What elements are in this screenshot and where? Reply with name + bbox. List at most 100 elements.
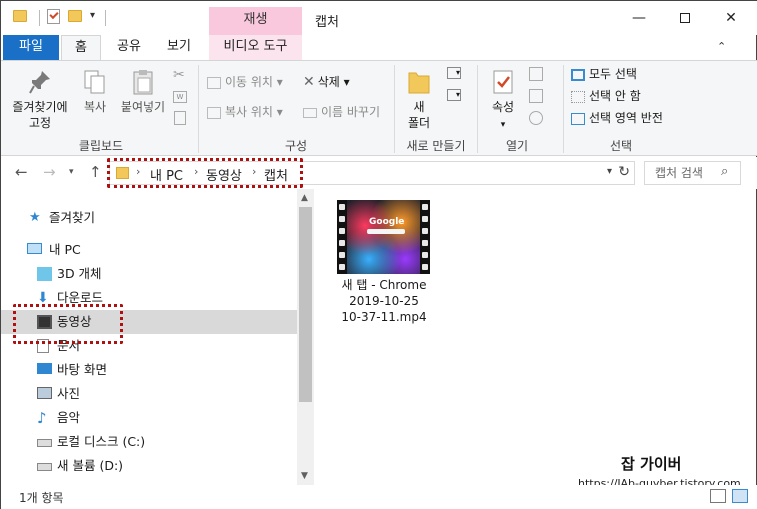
details-view-icon[interactable] [710,489,726,503]
new-folder-icon [408,72,430,94]
thumbnail-search-bar [367,229,405,234]
new-folder-quick-access-icon[interactable] [68,10,82,22]
nav-item-music[interactable]: ♪ 음악 [1,406,297,430]
delete-label: 삭제 [317,75,340,89]
nav-label: 3D 개체 [57,266,102,281]
rename-label: 이름 바꾸기 [321,105,381,119]
edit-icon[interactable] [529,89,543,103]
drive-c-icon [37,439,52,447]
properties-label: 속성 [491,100,515,114]
new-folder-label-2: 폴더 [407,116,431,130]
properties-button[interactable]: 속성 ▾ [485,69,521,133]
open-icon[interactable] [529,67,543,81]
tab-view[interactable]: 보기 [159,35,199,60]
invert-selection-button[interactable]: 선택 영역 반전 [571,109,663,126]
nav-label: 로컬 디스크 (C:) [57,434,146,449]
paste-label: 붙여넣기 [120,100,166,114]
copy-to-button[interactable]: 복사 위치 ▾ [207,103,283,120]
maximize-button[interactable] [662,5,708,31]
pin-label-1: 즐겨찾기에 [12,100,68,114]
delete-icon: ✕ [303,74,315,90]
nav-item-desktop[interactable]: 바탕 화면 [1,358,297,382]
properties-dropdown-icon: ▾ [500,120,506,130]
pin-label-2: 고정 [28,116,52,130]
invert-selection-label: 선택 영역 반전 [589,111,663,125]
up-button[interactable]: ↑ [89,163,102,181]
tab-video-tools[interactable]: 비디오 도구 [209,35,302,60]
maximize-icon [680,13,690,23]
divider [39,10,40,26]
forward-button[interactable]: → [43,163,56,181]
drive-d-icon [37,463,52,471]
explorer-window: ▾ 재생 캡처 — ✕ 파일 홈 공유 보기 비디오 도구 ⌃ ? 즐겨찾기에 … [0,0,757,509]
picture-icon [37,387,52,399]
recent-locations-icon[interactable]: ▾ [69,167,74,177]
watermark-title: 잡 가이버 [621,455,682,473]
nav-scrollbar[interactable]: ▲ ▼ [297,189,314,485]
quick-access-dropdown-icon[interactable]: ▾ [90,10,95,21]
group-label-clipboard: 클립보드 [78,139,124,153]
close-button[interactable]: ✕ [708,5,754,31]
thumbnail-image: Google [347,200,420,274]
group-label-new: 새로 만들기 [406,139,466,153]
rename-button[interactable]: 이름 바꾸기 [303,103,380,120]
paste-shortcut-icon[interactable] [174,111,186,125]
copy-path-icon[interactable]: W [173,91,187,103]
select-none-button[interactable]: 선택 안 함 [571,87,641,104]
new-item-icon[interactable]: ▾ [447,67,461,79]
properties-quick-access-icon[interactable] [47,9,60,24]
nav-label: 음악 [57,410,81,425]
move-to-button[interactable]: 이동 위치 ▾ [207,73,283,90]
select-none-icon [571,90,585,103]
copy-label: 복사 [83,100,107,114]
rename-icon [303,107,317,118]
nav-item-new-volume-d[interactable]: 새 볼륨 (D:) [1,454,297,478]
back-button[interactable]: ← [15,163,28,181]
large-icons-view-icon[interactable] [732,489,748,503]
nav-item-pictures[interactable]: 사진 [1,382,297,406]
minimize-button[interactable]: — [616,5,662,31]
cut-icon[interactable]: ✂ [173,67,185,83]
nav-item-this-pc[interactable]: 내 PC [1,238,297,262]
download-icon: ⬇ [37,290,49,306]
tab-home[interactable]: 홈 [61,35,101,60]
selection-highlight-box [13,304,123,344]
delete-button[interactable]: ✕ 삭제 ▾ [303,73,350,90]
scroll-down-icon[interactable]: ▼ [301,471,308,481]
nav-label: 새 볼륨 (D:) [57,458,124,473]
pin-to-quick-access-button[interactable]: 즐겨찾기에 고정 [7,69,73,131]
tab-file[interactable]: 파일 [3,35,59,60]
group-label-organize: 구성 [284,139,308,153]
nav-item-local-disk-c[interactable]: 로컬 디스크 (C:) [1,430,297,454]
address-highlight-box [107,158,303,188]
paste-button[interactable]: 붙여넣기 [117,69,169,115]
title-bar: ▾ 재생 캡처 — ✕ [1,1,757,36]
new-folder-button[interactable]: 새 폴더 [401,69,437,131]
nav-label: 사진 [57,386,81,401]
search-icon: ⌕ [721,164,729,179]
clipboard-icon [133,70,153,95]
select-all-button[interactable]: 모두 선택 [571,65,637,82]
film-strip [337,200,347,274]
ribbon: 즐겨찾기에 고정 복사 붙여넣기 ✂ W 클립보드 이동 위치 ▾ 복사 위치 … [1,60,757,156]
easy-access-icon[interactable]: ▾ [447,89,461,101]
refresh-icon[interactable]: ↻ [618,164,630,180]
computer-icon [27,243,42,254]
pin-icon [29,71,50,94]
folder-icon [13,10,27,22]
collapse-ribbon-icon[interactable]: ⌃ [717,40,726,53]
history-icon[interactable] [529,111,543,125]
ribbon-tabs: 파일 홈 공유 보기 비디오 도구 ⌃ ? [1,35,757,87]
address-dropdown-icon[interactable]: ▾ [607,166,612,177]
nav-item-quick-access[interactable]: ★ 즐겨찾기 [1,206,297,230]
copy-button[interactable]: 복사 [79,69,111,115]
group-label-open: 열기 [505,139,529,153]
scroll-thumb[interactable] [299,207,312,402]
tab-share[interactable]: 공유 [109,35,149,60]
invert-selection-icon [571,112,585,125]
video-thumbnail: Google [337,200,430,274]
nav-item-3d-objects[interactable]: 3D 개체 [1,262,297,286]
scroll-up-icon[interactable]: ▲ [301,193,308,203]
file-name-line-1: 새 탭 - Chrome [341,278,427,292]
context-tab-header: 재생 [209,7,302,36]
